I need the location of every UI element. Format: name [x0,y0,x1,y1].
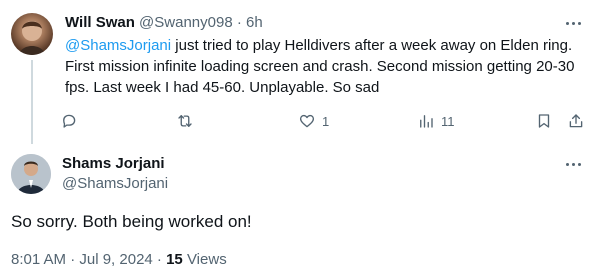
heart-icon [299,114,315,128]
author-handle[interactable]: @Swanny098 [139,14,233,31]
main-tweet: Shams Jorjani @ShamsJorjani So sorry. Bo… [0,140,600,279]
tweet-time[interactable]: 6h [246,14,263,31]
comment-icon [63,114,76,128]
author-name[interactable]: Will Swan [65,14,135,31]
repost-button[interactable] [176,110,194,132]
share-icon [569,114,583,128]
views-button[interactable]: 11 [417,110,455,132]
reply-tweet: Will Swan @Swanny098 · 6h @ShamsJorjani … [0,0,600,144]
like-button[interactable]: 1 [298,110,329,132]
avatar-will-swan[interactable] [11,13,53,55]
views-count: 11 [441,113,455,129]
share-button[interactable] [567,110,585,132]
views-count: 15 [166,251,183,268]
reply-tweet-header: Will Swan @Swanny098 · 6h [65,13,263,33]
reply-tweet-actions: 1 11 [55,110,595,132]
author-name[interactable]: Shams Jorjani [62,154,165,174]
reply-button[interactable] [60,110,78,132]
tweet-timestamp[interactable]: 8:01 AM · Jul 9, 2024 · [11,251,166,268]
separator-dot: · [236,14,242,31]
bookmark-icon [538,114,550,128]
main-tweet-text: So sorry. Both being worked on! [11,212,252,231]
like-count: 1 [322,113,330,129]
reply-tweet-text: @ShamsJorjani just tried to play Helldiv… [65,35,590,98]
mention-link[interactable]: @ShamsJorjani [65,37,171,54]
author-handle[interactable]: @ShamsJorjani [62,174,168,194]
avatar-shams-jorjani[interactable] [11,154,51,194]
bookmark-button[interactable] [535,110,553,132]
avatar-image [19,21,45,55]
more-options-icon[interactable] [563,154,583,174]
analytics-icon [420,115,433,128]
repost-icon [178,115,192,127]
views-label: Views [182,251,227,268]
thread-connector-line [31,60,33,144]
avatar-image [11,154,51,194]
tweet-metadata: 8:01 AM · Jul 9, 2024 · 15 Views [11,250,227,270]
more-options-icon[interactable] [563,13,583,33]
